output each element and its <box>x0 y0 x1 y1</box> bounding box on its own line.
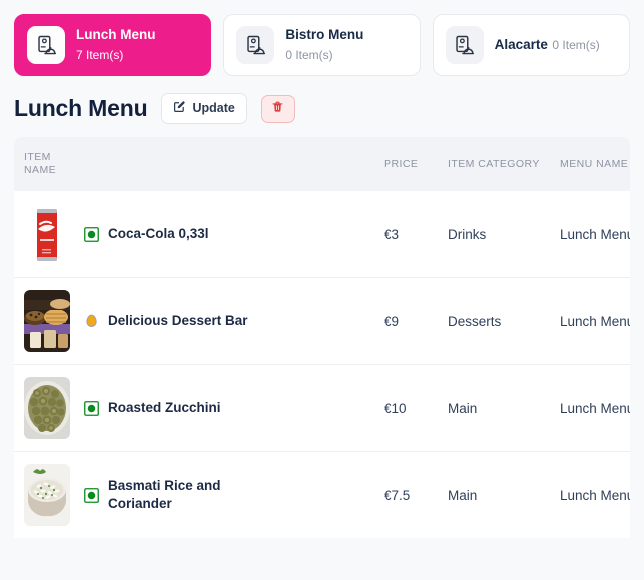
item-thumbnail-cell <box>14 191 74 278</box>
item-name-cell: Delicious Dessert Bar <box>74 278 374 365</box>
menu-card-bistro-menu[interactable]: Bistro Menu 0 Item(s) <box>223 14 421 76</box>
coca-cola-can-thumbnail <box>24 203 70 266</box>
delete-button[interactable] <box>260 94 295 123</box>
column-header-spacer <box>74 137 374 191</box>
items-table-container: ITEM NAME PRICE ITEM CATEGORY MENU NAME <box>14 137 630 539</box>
item-menu-name: Lunch Menu <box>560 400 630 416</box>
veg-marker-icon <box>84 226 99 242</box>
item-category: Main <box>448 400 478 416</box>
menu-card-alacarte[interactable]: Alacarte 0 Item(s) <box>432 14 630 76</box>
item-category: Desserts <box>448 313 502 329</box>
item-price: €7.5 <box>384 487 411 503</box>
item-name: Roasted Zucchini <box>108 400 221 416</box>
item-thumbnail-cell <box>14 278 74 365</box>
update-button[interactable]: Update <box>161 93 247 124</box>
roasted-zucchini-thumbnail <box>24 377 70 440</box>
page-title: Lunch Menu <box>14 95 148 121</box>
menu-card-count: 7 Item(s) <box>76 48 124 62</box>
item-name: Delicious Dessert Bar <box>108 313 248 329</box>
menu-card-lunch-menu[interactable]: Lunch Menu 7 Item(s) <box>14 14 212 76</box>
item-price: €9 <box>384 313 400 329</box>
item-thumbnail-cell <box>14 365 74 452</box>
menu-cloche-icon <box>27 26 65 64</box>
menu-cloche-icon <box>445 26 484 64</box>
item-name-cell: Basmati Rice and Coriander <box>74 452 374 539</box>
basmati-rice-thumbnail <box>24 464 70 527</box>
column-header-item-name: ITEM NAME <box>24 151 57 177</box>
dessert-bar-thumbnail <box>24 290 70 353</box>
menu-card-strip: Lunch Menu 7 Item(s) Bistro Menu 0 Item(… <box>0 0 644 76</box>
table-row[interactable]: Basmati Rice and Coriander €7.5 Main Lun… <box>14 451 630 539</box>
table-row[interactable]: Delicious Dessert Bar €9 Desserts Lunch … <box>14 277 630 365</box>
update-button-label: Update <box>192 101 235 115</box>
trash-icon <box>271 100 284 117</box>
menu-card-count: 0 Item(s) <box>285 48 333 62</box>
menu-card-count: 0 Item(s) <box>552 38 600 52</box>
table-row[interactable]: Coca-Cola 0,33l €3 Drinks Lunch Menu <box>14 191 630 278</box>
veg-marker-icon <box>84 400 99 416</box>
pencil-square-icon <box>173 100 186 117</box>
menu-card-title: Alacarte <box>494 37 548 52</box>
item-name: Coca-Cola 0,33l <box>108 226 209 242</box>
item-price: €3 <box>384 226 400 242</box>
item-name-cell: Coca-Cola 0,33l <box>74 191 374 278</box>
item-category: Main <box>448 487 478 503</box>
menu-card-title: Bistro Menu <box>285 27 364 42</box>
item-category: Drinks <box>448 226 487 242</box>
items-table: ITEM NAME PRICE ITEM CATEGORY MENU NAME <box>14 137 630 538</box>
menu-card-title: Lunch Menu <box>76 27 156 42</box>
item-price: €10 <box>384 400 407 416</box>
menu-cloche-icon <box>236 26 275 64</box>
veg-marker-icon <box>84 487 99 503</box>
egg-marker-icon <box>84 314 99 329</box>
page-header: Lunch Menu Update <box>0 76 644 137</box>
table-header-row: ITEM NAME PRICE ITEM CATEGORY MENU NAME <box>14 137 630 192</box>
item-menu-name: Lunch Menu <box>560 313 630 329</box>
column-header-item-category: ITEM CATEGORY <box>448 157 540 170</box>
item-name: Basmati Rice and Coriander <box>108 478 221 512</box>
item-menu-name: Lunch Menu <box>560 487 630 503</box>
item-thumbnail-cell <box>14 452 74 539</box>
column-header-price: PRICE <box>384 157 419 170</box>
item-name-cell: Roasted Zucchini <box>74 365 374 452</box>
table-row[interactable]: Roasted Zucchini €10 Main Lunch Menu <box>14 364 630 452</box>
column-header-menu-name: MENU NAME <box>560 157 629 170</box>
item-menu-name: Lunch Menu <box>560 226 630 242</box>
